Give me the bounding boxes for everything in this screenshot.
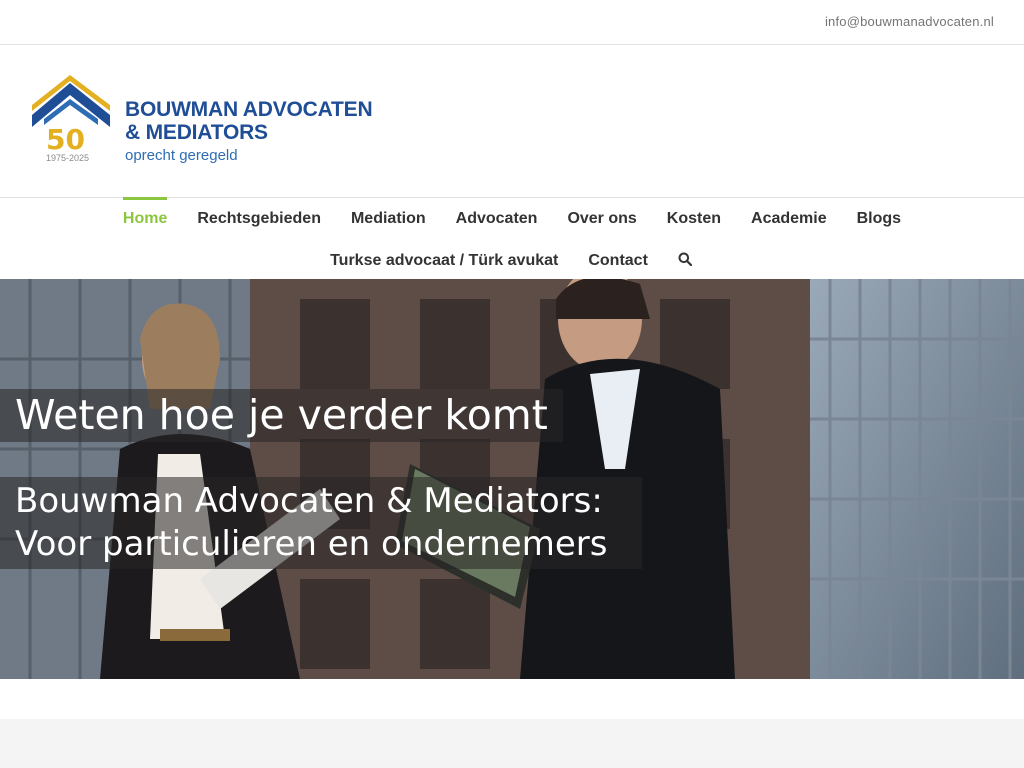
- roof-logo-icon: 50: [32, 75, 110, 155]
- content-section: [0, 719, 1024, 768]
- logo-tagline: oprecht geregeld: [125, 147, 238, 164]
- content-spacer: [0, 679, 1024, 719]
- main-navigation: Home Rechtsgebieden Mediation Advocaten …: [0, 197, 1024, 280]
- nav-item-blogs[interactable]: Blogs: [857, 208, 901, 228]
- nav-row-1: Home Rechtsgebieden Mediation Advocaten …: [0, 197, 1024, 238]
- nav-item-rechtsgebieden[interactable]: Rechtsgebieden: [197, 208, 321, 228]
- hero-headline: Weten hoe je verder komt: [0, 389, 563, 442]
- nav-item-over-ons[interactable]: Over ons: [567, 208, 636, 228]
- logo-brand-line2: & MEDIATORS: [125, 121, 268, 144]
- nav-item-advocaten[interactable]: Advocaten: [456, 208, 538, 228]
- nav-item-kosten[interactable]: Kosten: [667, 208, 721, 228]
- hero-sub-line1: Bouwman Advocaten & Mediators:: [15, 481, 603, 521]
- search-icon[interactable]: [678, 252, 694, 268]
- hero-subheadline: Bouwman Advocaten & Mediators: Voor part…: [0, 477, 642, 569]
- logo-50-text: 50: [46, 123, 85, 155]
- site-header: 50 1975-2025 BOUWMAN ADVOCATEN & MEDIATO…: [0, 45, 1024, 198]
- top-bar: info@bouwmanadvocaten.nl: [0, 0, 1024, 45]
- nav-item-contact[interactable]: Contact: [588, 250, 648, 270]
- logo-brand-line1: BOUWMAN ADVOCATEN: [125, 98, 373, 121]
- logo-years: 1975-2025: [46, 153, 90, 163]
- hero-sub-line2: Voor particulieren en ondernemers: [15, 524, 608, 564]
- logo[interactable]: 50 1975-2025 BOUWMAN ADVOCATEN & MEDIATO…: [30, 75, 400, 170]
- hero-banner: Weten hoe je verder komt Bouwman Advocat…: [0, 279, 1024, 679]
- nav-item-academie[interactable]: Academie: [751, 208, 827, 228]
- nav-item-home[interactable]: Home: [122, 197, 168, 228]
- email-link[interactable]: info@bouwmanadvocaten.nl: [825, 14, 994, 29]
- nav-row-2: Turkse advocaat / Türk avukat Contact: [0, 240, 1024, 280]
- nav-item-turkse-advocaat[interactable]: Turkse advocaat / Türk avukat: [330, 250, 558, 270]
- nav-item-mediation[interactable]: Mediation: [351, 208, 426, 228]
